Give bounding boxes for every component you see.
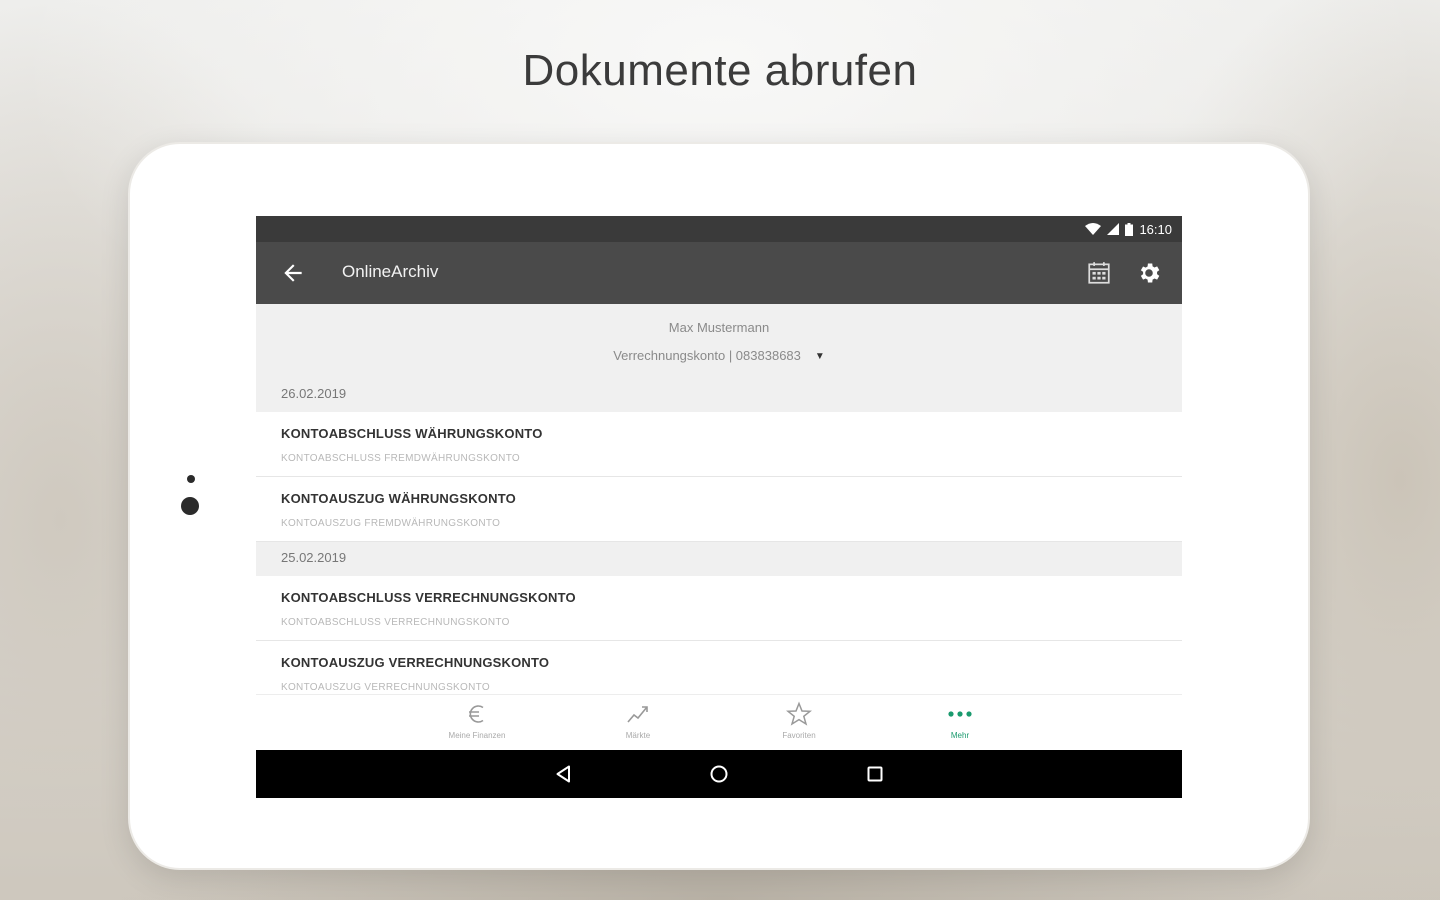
- document-subtitle: KONTOAUSZUG FREMDWÄHRUNGSKONTO: [281, 518, 501, 529]
- document-list: 26.02.2019 KONTOABSCHLUSS WÄHRUNGSKONTO …: [256, 384, 1182, 706]
- chart-icon: [627, 706, 648, 723]
- more-icon: [948, 711, 972, 717]
- system-home-icon[interactable]: [709, 764, 729, 784]
- account-holder: Max Mustermann: [668, 320, 770, 335]
- nav-tab-favorites[interactable]: Favoriten: [739, 701, 859, 747]
- nav-tab-more[interactable]: Mehr: [900, 701, 1020, 747]
- document-item[interactable]: KONTOABSCHLUSS WÄHRUNGSKONTO KONTOABSCHL…: [256, 412, 1182, 477]
- nav-label: Mehr: [950, 731, 970, 740]
- star-icon: [786, 701, 812, 726]
- nav-label: Märkte: [625, 731, 651, 740]
- back-arrow-icon[interactable]: [280, 260, 306, 286]
- date-header: 25.02.2019: [256, 542, 1182, 576]
- document-title: KONTOAUSZUG WÄHRUNGSKONTO: [281, 491, 516, 506]
- document-subtitle: KONTOABSCHLUSS VERRECHNUNGSKONTO: [281, 617, 510, 628]
- status-time: 16:10: [1139, 221, 1172, 237]
- device-screen: 16:10 OnlineArchiv Max Mustermann Verrec…: [256, 216, 1182, 798]
- euro-icon: [469, 705, 484, 723]
- document-item[interactable]: KONTOAUSZUG WÄHRUNGSKONTO KONTOAUSZUG FR…: [256, 477, 1182, 542]
- account-dropdown-value: Verrechnungskonto | 083838683: [613, 348, 801, 363]
- account-selector: Max Mustermann Verrechnungskonto | 08383…: [256, 304, 1182, 384]
- nav-label: Favoriten: [782, 731, 816, 740]
- app-bar: OnlineArchiv: [256, 242, 1182, 304]
- status-bar: 16:10: [256, 216, 1182, 242]
- wifi-icon: [1085, 223, 1102, 235]
- document-subtitle: KONTOAUSZUG VERRECHNUNGSKONTO: [281, 682, 490, 693]
- document-title: KONTOABSCHLUSS VERRECHNUNGSKONTO: [281, 590, 576, 605]
- date-header: 26.02.2019: [256, 384, 1182, 412]
- document-title: KONTOAUSZUG VERRECHNUNGSKONTO: [281, 655, 550, 670]
- page-title: OnlineArchiv: [342, 262, 439, 281]
- bottom-navigation: Meine Finanzen Märkte Favoriten Mehr: [256, 694, 1182, 750]
- nav-tab-markets[interactable]: Märkte: [578, 701, 698, 747]
- document-title: KONTOABSCHLUSS WÄHRUNGSKONTO: [281, 426, 543, 441]
- system-back-icon[interactable]: [554, 764, 574, 784]
- dropdown-arrow-icon: ▼: [814, 351, 825, 362]
- system-navigation-bar: [256, 750, 1182, 798]
- battery-icon: [1125, 222, 1134, 236]
- signal-icon: [1107, 223, 1120, 235]
- headline: Dokumente abrufen: [522, 46, 918, 95]
- settings-gear-icon[interactable]: [1136, 260, 1162, 286]
- nav-label: Meine Finanzen: [448, 731, 506, 740]
- camera-lens: [181, 497, 199, 515]
- camera-dot: [187, 475, 195, 483]
- document-item[interactable]: KONTOABSCHLUSS VERRECHNUNGSKONTO KONTOAB…: [256, 576, 1182, 641]
- document-subtitle: KONTOABSCHLUSS FREMDWÄHRUNGSKONTO: [281, 453, 521, 464]
- nav-tab-finances[interactable]: Meine Finanzen: [417, 701, 537, 747]
- calendar-icon[interactable]: [1086, 260, 1112, 286]
- account-dropdown[interactable]: Verrechnungskonto | 083838683 ▼: [256, 348, 1182, 363]
- system-recents-icon[interactable]: [865, 764, 885, 784]
